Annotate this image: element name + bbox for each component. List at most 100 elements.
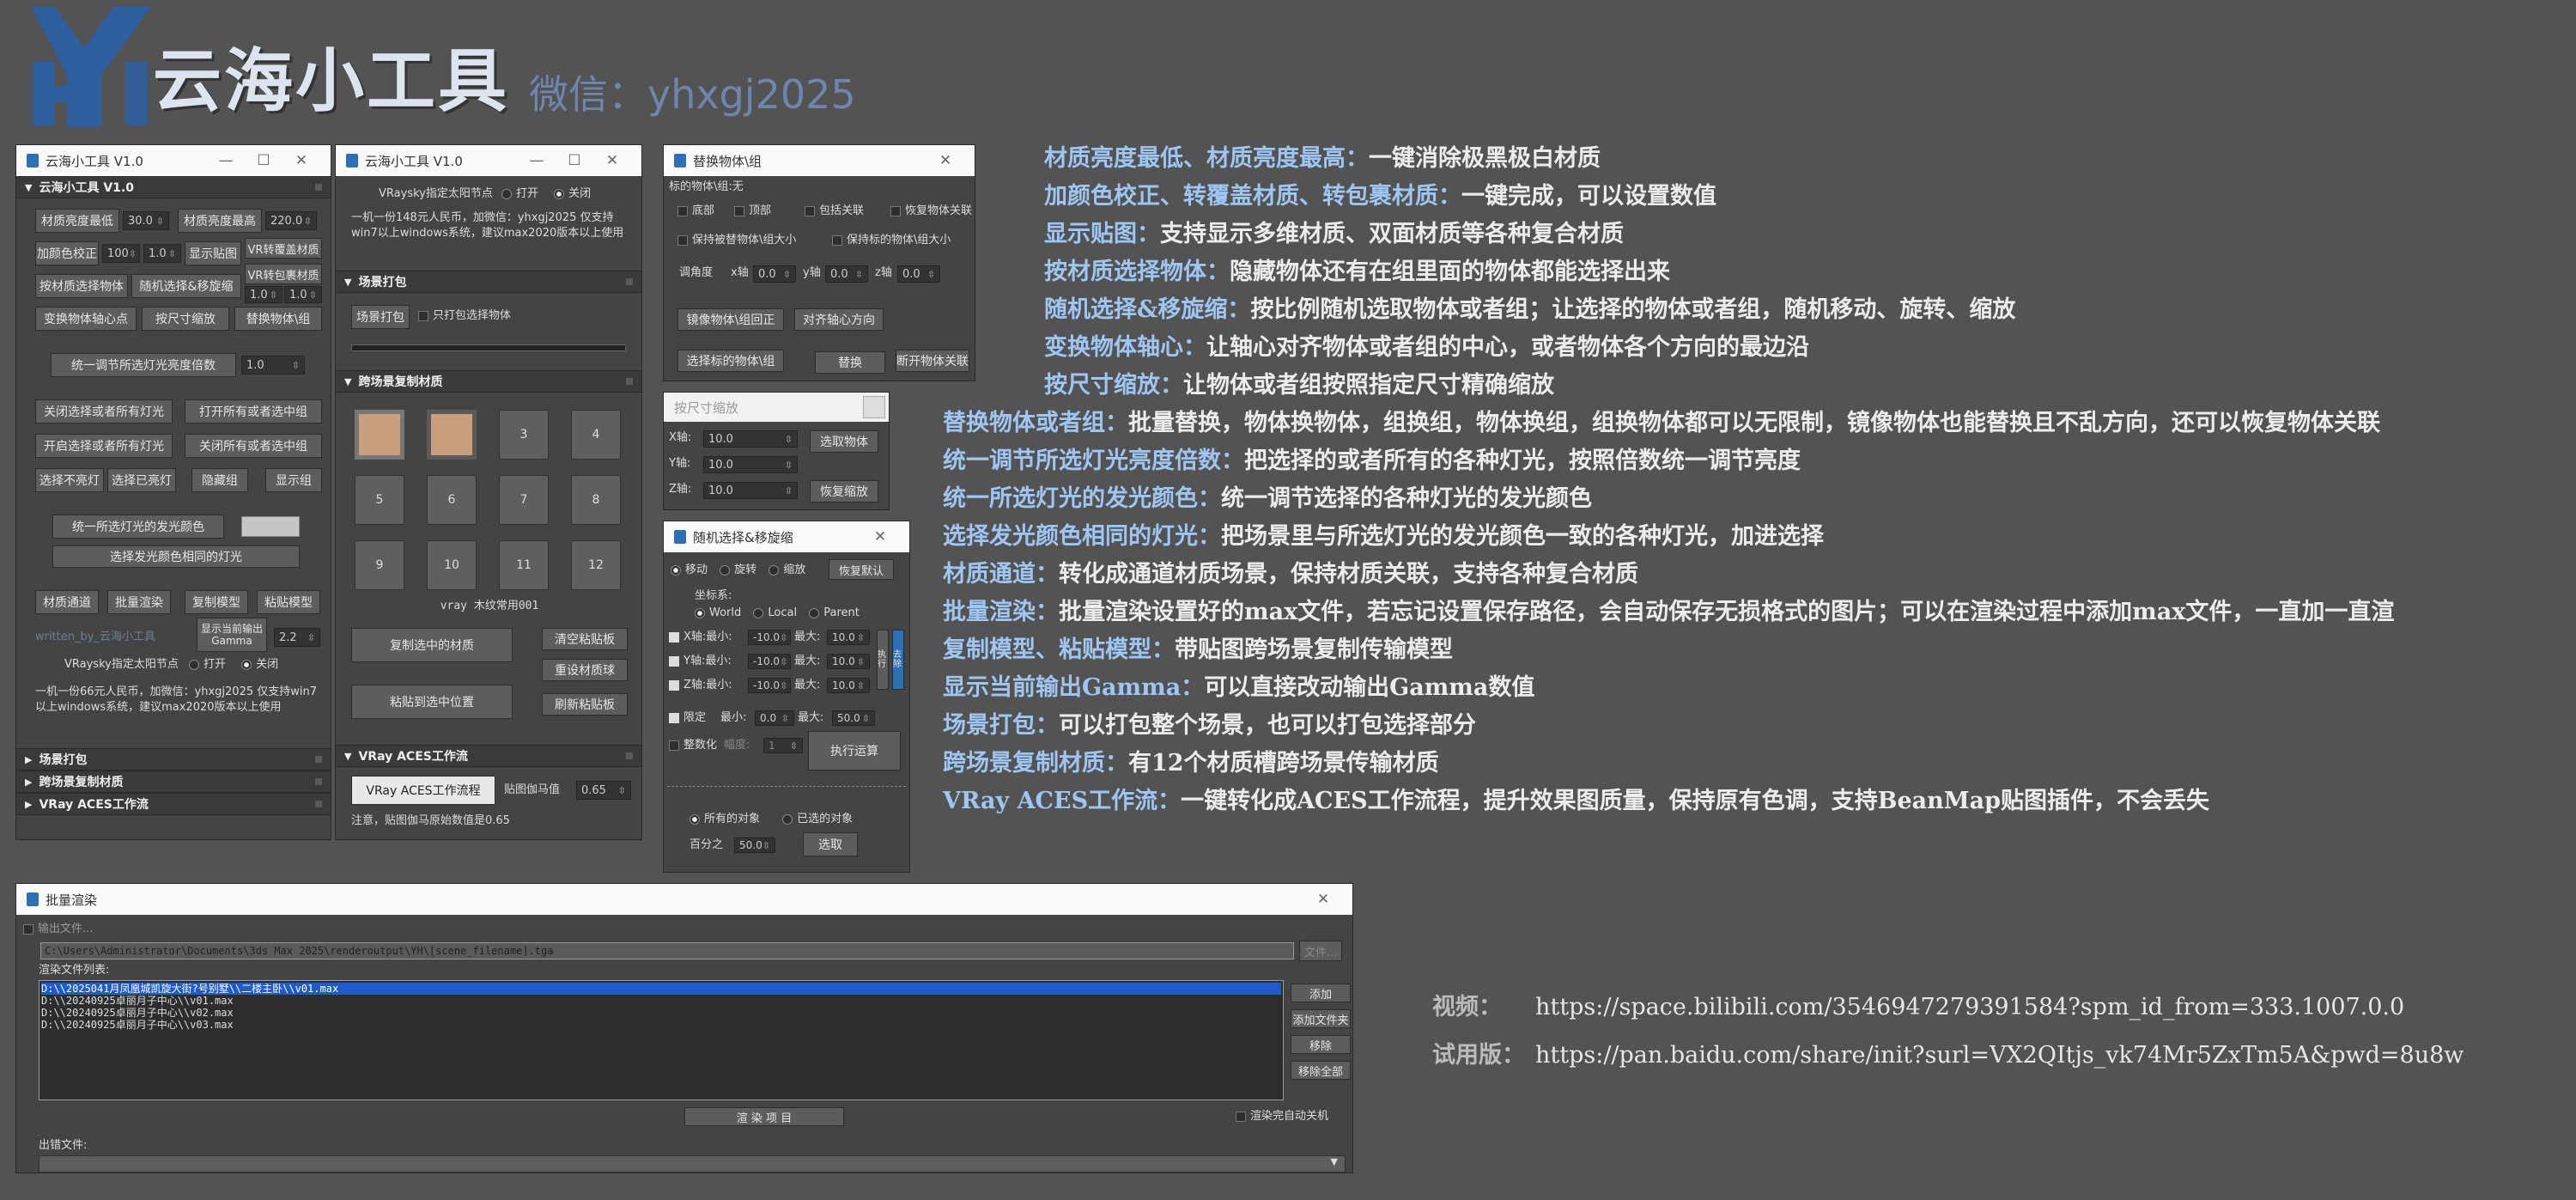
mat-max-spinner[interactable]: 220.0 <box>265 211 317 230</box>
title-bar[interactable]: 云海小工具 V1.0 — ☐ ✕ <box>336 145 641 176</box>
rollout-header-pack[interactable]: ▶ 场景打包 <box>16 748 331 771</box>
open-lights-button[interactable]: 开启选择或者所有灯光 <box>35 434 173 458</box>
vr-wrap-spinner-2[interactable]: 1.0 <box>284 286 322 303</box>
material-slot[interactable]: 3 <box>499 410 549 460</box>
material-slot[interactable] <box>355 410 404 460</box>
include-link-checkbox[interactable] <box>805 205 815 216</box>
pick-button[interactable]: 选取 <box>803 832 858 856</box>
z-angle-spinner[interactable]: 0.0 <box>897 265 940 283</box>
paste-model-button[interactable]: 粘贴模型 <box>257 590 320 614</box>
minimize-icon[interactable]: — <box>207 152 245 169</box>
add-folder-button[interactable]: 添加文件夹 <box>1291 1009 1351 1028</box>
bottom-option[interactable]: 底部 <box>677 204 714 219</box>
hide-group-button[interactable]: 隐藏组 <box>191 468 248 492</box>
restore-default-button[interactable]: 恢复默认 <box>829 559 894 580</box>
gamma-spinner[interactable]: 2.2 <box>274 628 320 647</box>
close-icon[interactable]: ✕ <box>861 528 899 545</box>
random-transform-button[interactable]: 随机选择&移旋缩 <box>131 274 241 298</box>
aces-workflow-button[interactable]: VRay ACES工作流程 <box>351 776 495 805</box>
y-min-spinner[interactable]: -10.0 <box>748 654 791 669</box>
render-items-button[interactable]: 渲 染 项 目 <box>684 1107 844 1126</box>
close-icon[interactable]: ✕ <box>1304 891 1342 908</box>
material-slot[interactable]: 4 <box>571 410 621 460</box>
select-by-mat-button[interactable]: 按材质选择物体 <box>35 274 128 298</box>
vr-wrap-button[interactable]: VR转包裹材质 <box>245 264 322 284</box>
sun-on-radio[interactable] <box>501 188 512 199</box>
material-slot[interactable] <box>427 410 477 460</box>
material-slot[interactable]: 8 <box>571 475 621 525</box>
title-bar[interactable]: 随机选择&移旋缩 ✕ <box>664 521 909 552</box>
close-lights-button[interactable]: 关闭选择或者所有灯光 <box>35 399 173 423</box>
move-radio[interactable] <box>671 564 681 576</box>
top-option[interactable]: 顶部 <box>734 204 771 219</box>
break-link-button[interactable]: 断开物体关联 <box>896 350 969 372</box>
color-fix-spinner-2[interactable]: 1.0 <box>143 244 181 263</box>
vr-override-button[interactable]: VR转覆盖材质 <box>245 238 322 259</box>
limit-min-spinner[interactable]: 0.0 <box>755 710 794 726</box>
close-icon[interactable]: ✕ <box>593 152 631 169</box>
material-slot[interactable]: 7 <box>499 475 549 525</box>
error-files-dropdown[interactable]: ▼ <box>39 1155 1346 1173</box>
parent-radio[interactable] <box>809 607 820 618</box>
reset-ball-button[interactable]: 重设材质球 <box>542 659 628 681</box>
remove-button[interactable]: 移除 <box>1291 1035 1351 1054</box>
rollout-header-main[interactable]: ▼ 云海小工具 V1.0 <box>16 176 331 198</box>
title-bar[interactable]: 替换物体\组 ✕ <box>664 145 975 176</box>
x-angle-spinner[interactable]: 0.0 <box>753 265 796 283</box>
scale-by-size-button[interactable]: 按尺寸缩放 <box>142 307 229 331</box>
rollout-header-aces[interactable]: ▼ VRay ACES工作流 <box>336 745 641 767</box>
material-slot[interactable]: 11 <box>499 540 549 590</box>
trial-url[interactable]: https://pan.baidu.com/share/init?surl=VX… <box>1535 1042 2464 1069</box>
x-axis-checkbox[interactable] <box>669 631 679 643</box>
mat-channel-button[interactable]: 材质通道 <box>35 590 99 614</box>
title-bar[interactable]: 按尺寸缩放 <box>664 393 889 422</box>
list-item[interactable]: D:\\2025041月凤凰城凯旋大街?号别墅\\二楼主卧\\v01.max <box>41 983 1281 995</box>
world-radio[interactable] <box>695 607 705 618</box>
show-gamma-button[interactable]: 显示当前输出Gamma <box>197 618 267 652</box>
percent-spinner[interactable]: 50.0 <box>734 838 775 853</box>
clear-clipboard-button[interactable]: 清空粘贴板 <box>542 628 628 650</box>
show-map-button[interactable]: 显示贴图 <box>185 241 241 265</box>
z-axis-checkbox[interactable] <box>669 679 679 691</box>
output-path-field[interactable]: C:\Users\Administrator\Documents\3ds Max… <box>40 942 1294 959</box>
material-slot[interactable]: 10 <box>427 540 477 590</box>
y-size-spinner[interactable]: 10.0 <box>703 456 798 473</box>
y-angle-spinner[interactable]: 0.0 <box>825 265 868 283</box>
sun-off-radio[interactable] <box>554 188 565 199</box>
x-min-spinner[interactable]: -10.0 <box>748 630 791 645</box>
scene-pack-button[interactable]: 场景打包 <box>351 305 410 329</box>
include-link-option[interactable]: 包括关联 <box>805 204 864 219</box>
video-url[interactable]: https://space.bilibili.com/3546947279391… <box>1535 994 2404 1020</box>
auto-shutdown-checkbox[interactable] <box>1236 1111 1246 1122</box>
mirror-restore-button[interactable]: 镜像物体\组回正 <box>677 308 784 331</box>
rollout-header-pack[interactable]: ▼ 场景打包 <box>336 271 641 293</box>
keep-size-option[interactable]: 保持被替物体\组大小 <box>677 233 796 248</box>
light-mult-spinner[interactable]: 1.0 <box>241 356 305 375</box>
local-radio[interactable] <box>753 607 764 618</box>
x-size-spinner[interactable]: 10.0 <box>703 430 798 448</box>
remove-all-button[interactable]: 移除全部 <box>1291 1061 1351 1080</box>
selected-objects-radio[interactable] <box>782 813 793 825</box>
select-same-color-button[interactable]: 选择发光颜色相同的灯光 <box>52 545 300 568</box>
map-gamma-spinner[interactable]: 0.65 <box>576 781 631 800</box>
restore-scale-button[interactable]: 恢复缩放 <box>810 480 878 503</box>
side-apply-button[interactable]: 执行 <box>877 630 889 690</box>
integer-checkbox[interactable] <box>669 740 679 751</box>
align-pivot-button[interactable]: 对齐轴心方向 <box>794 308 884 331</box>
bottom-checkbox[interactable] <box>677 205 688 216</box>
maximize-icon[interactable]: ☐ <box>556 152 593 169</box>
z-max-spinner[interactable]: 10.0 <box>827 678 870 693</box>
render-file-list[interactable]: D:\\2025041月凤凰城凯旋大街?号别墅\\二楼主卧\\v01.max D… <box>39 980 1284 1100</box>
list-item[interactable]: D:\\20240925卓丽月子中心\\v03.max <box>41 1019 1281 1031</box>
rollout-header-copy-mat[interactable]: ▶ 跨场景复制材质 <box>16 771 331 793</box>
restore-link-option[interactable]: 恢复物体关联 <box>890 204 972 219</box>
file-button[interactable]: 文件... <box>1299 941 1342 961</box>
pivot-button[interactable]: 变换物体轴心点 <box>35 307 137 331</box>
material-slot[interactable]: 9 <box>355 540 404 590</box>
close-icon[interactable]: ✕ <box>927 152 964 169</box>
close-groups-button[interactable]: 关闭所有或者选中组 <box>185 434 322 458</box>
sun-off-radio[interactable] <box>241 659 252 670</box>
light-mult-button[interactable]: 统一调节所选灯光亮度倍数 <box>51 353 236 377</box>
keep-target-size-option[interactable]: 保持标的物体\组大小 <box>832 233 951 248</box>
maximize-icon[interactable]: ☐ <box>245 152 283 169</box>
